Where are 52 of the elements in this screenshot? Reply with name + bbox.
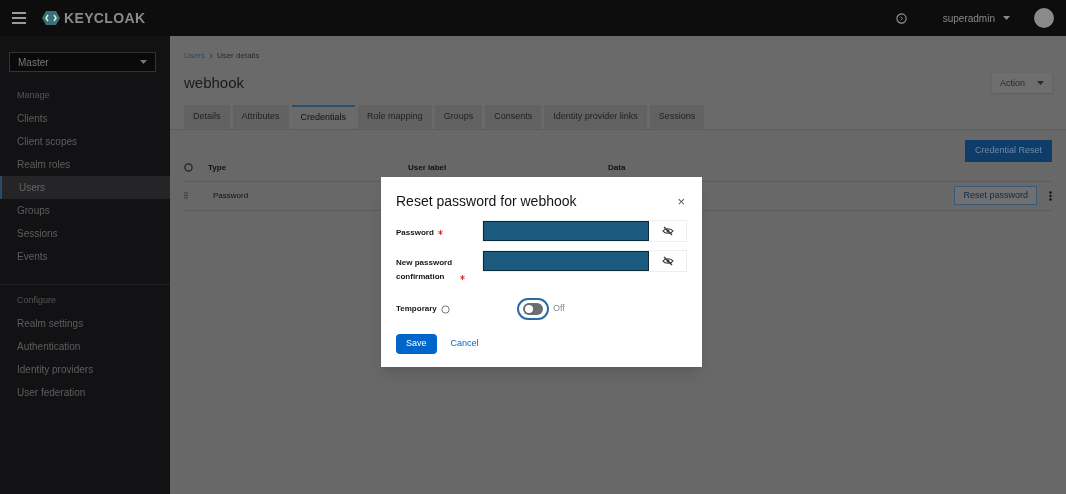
credential-reset-button[interactable]: Credential Reset xyxy=(964,139,1052,162)
field-label: New password confirmation xyxy=(396,257,453,283)
save-button[interactable]: Save xyxy=(396,334,437,354)
tab[interactable]: Attributes xyxy=(232,104,289,129)
nav-item[interactable]: Realm roles xyxy=(0,153,170,176)
nav-item[interactable]: User federation xyxy=(0,381,170,404)
cancel-button[interactable]: Cancel xyxy=(450,337,479,351)
caret-icon xyxy=(140,60,147,64)
eye-slash-icon[interactable] xyxy=(661,256,674,266)
reset-password-button[interactable]: Reset password xyxy=(954,186,1037,205)
field-label: Password xyxy=(396,227,434,239)
nav-item[interactable]: Clients xyxy=(0,107,170,130)
password-field[interactable] xyxy=(482,250,687,272)
section-title: Configure xyxy=(16,293,58,307)
nav-item[interactable]: Authentication xyxy=(0,335,170,358)
table-cell: Password xyxy=(213,189,249,202)
realm-select[interactable]: Master xyxy=(9,52,156,72)
kebab-icon[interactable] xyxy=(1049,190,1052,201)
caret-icon xyxy=(1037,81,1044,86)
tab[interactable]: Role mapping xyxy=(358,104,432,129)
dialog-title: Reset password for webhook xyxy=(396,192,577,211)
action-dropdown[interactable]: Action xyxy=(992,73,1052,94)
toggle-switch[interactable] xyxy=(517,298,549,320)
section-title: Manage xyxy=(16,88,51,102)
nav-item[interactable]: Sessions xyxy=(0,222,170,245)
menu-icon[interactable] xyxy=(12,12,26,24)
nav-item[interactable]: Identity providers xyxy=(0,358,170,381)
column-header: Data xyxy=(608,161,626,174)
column-header: User label xyxy=(408,161,448,174)
nav-item[interactable]: Groups xyxy=(0,199,170,222)
help-icon[interactable] xyxy=(440,304,450,314)
nav-item[interactable]: Realm settings xyxy=(0,312,170,335)
help-icon[interactable] xyxy=(184,163,193,172)
avatar-icon[interactable] xyxy=(1034,8,1054,28)
toggle-state: Off xyxy=(553,302,565,316)
logo-icon xyxy=(42,11,60,25)
eye-slash-icon[interactable] xyxy=(661,226,674,236)
nav-item[interactable]: Users xyxy=(0,176,170,199)
tab[interactable]: Details xyxy=(184,104,230,129)
column-header: Type xyxy=(208,161,228,174)
chevron-icon xyxy=(208,53,213,59)
user-menu[interactable]: superadmin xyxy=(942,10,1010,26)
close-button[interactable]: × xyxy=(677,191,685,212)
help-icon[interactable] xyxy=(895,12,907,24)
field-label: Temporary xyxy=(396,303,437,315)
password-field[interactable] xyxy=(482,220,687,242)
nav-item[interactable]: Events xyxy=(0,245,170,268)
page-title: webhook xyxy=(184,73,245,93)
brand-name: KEYCLOAK xyxy=(64,8,146,28)
nav-item[interactable]: Client scopes xyxy=(0,130,170,153)
caret-icon xyxy=(1003,16,1010,20)
tab[interactable]: Consents xyxy=(485,104,542,129)
